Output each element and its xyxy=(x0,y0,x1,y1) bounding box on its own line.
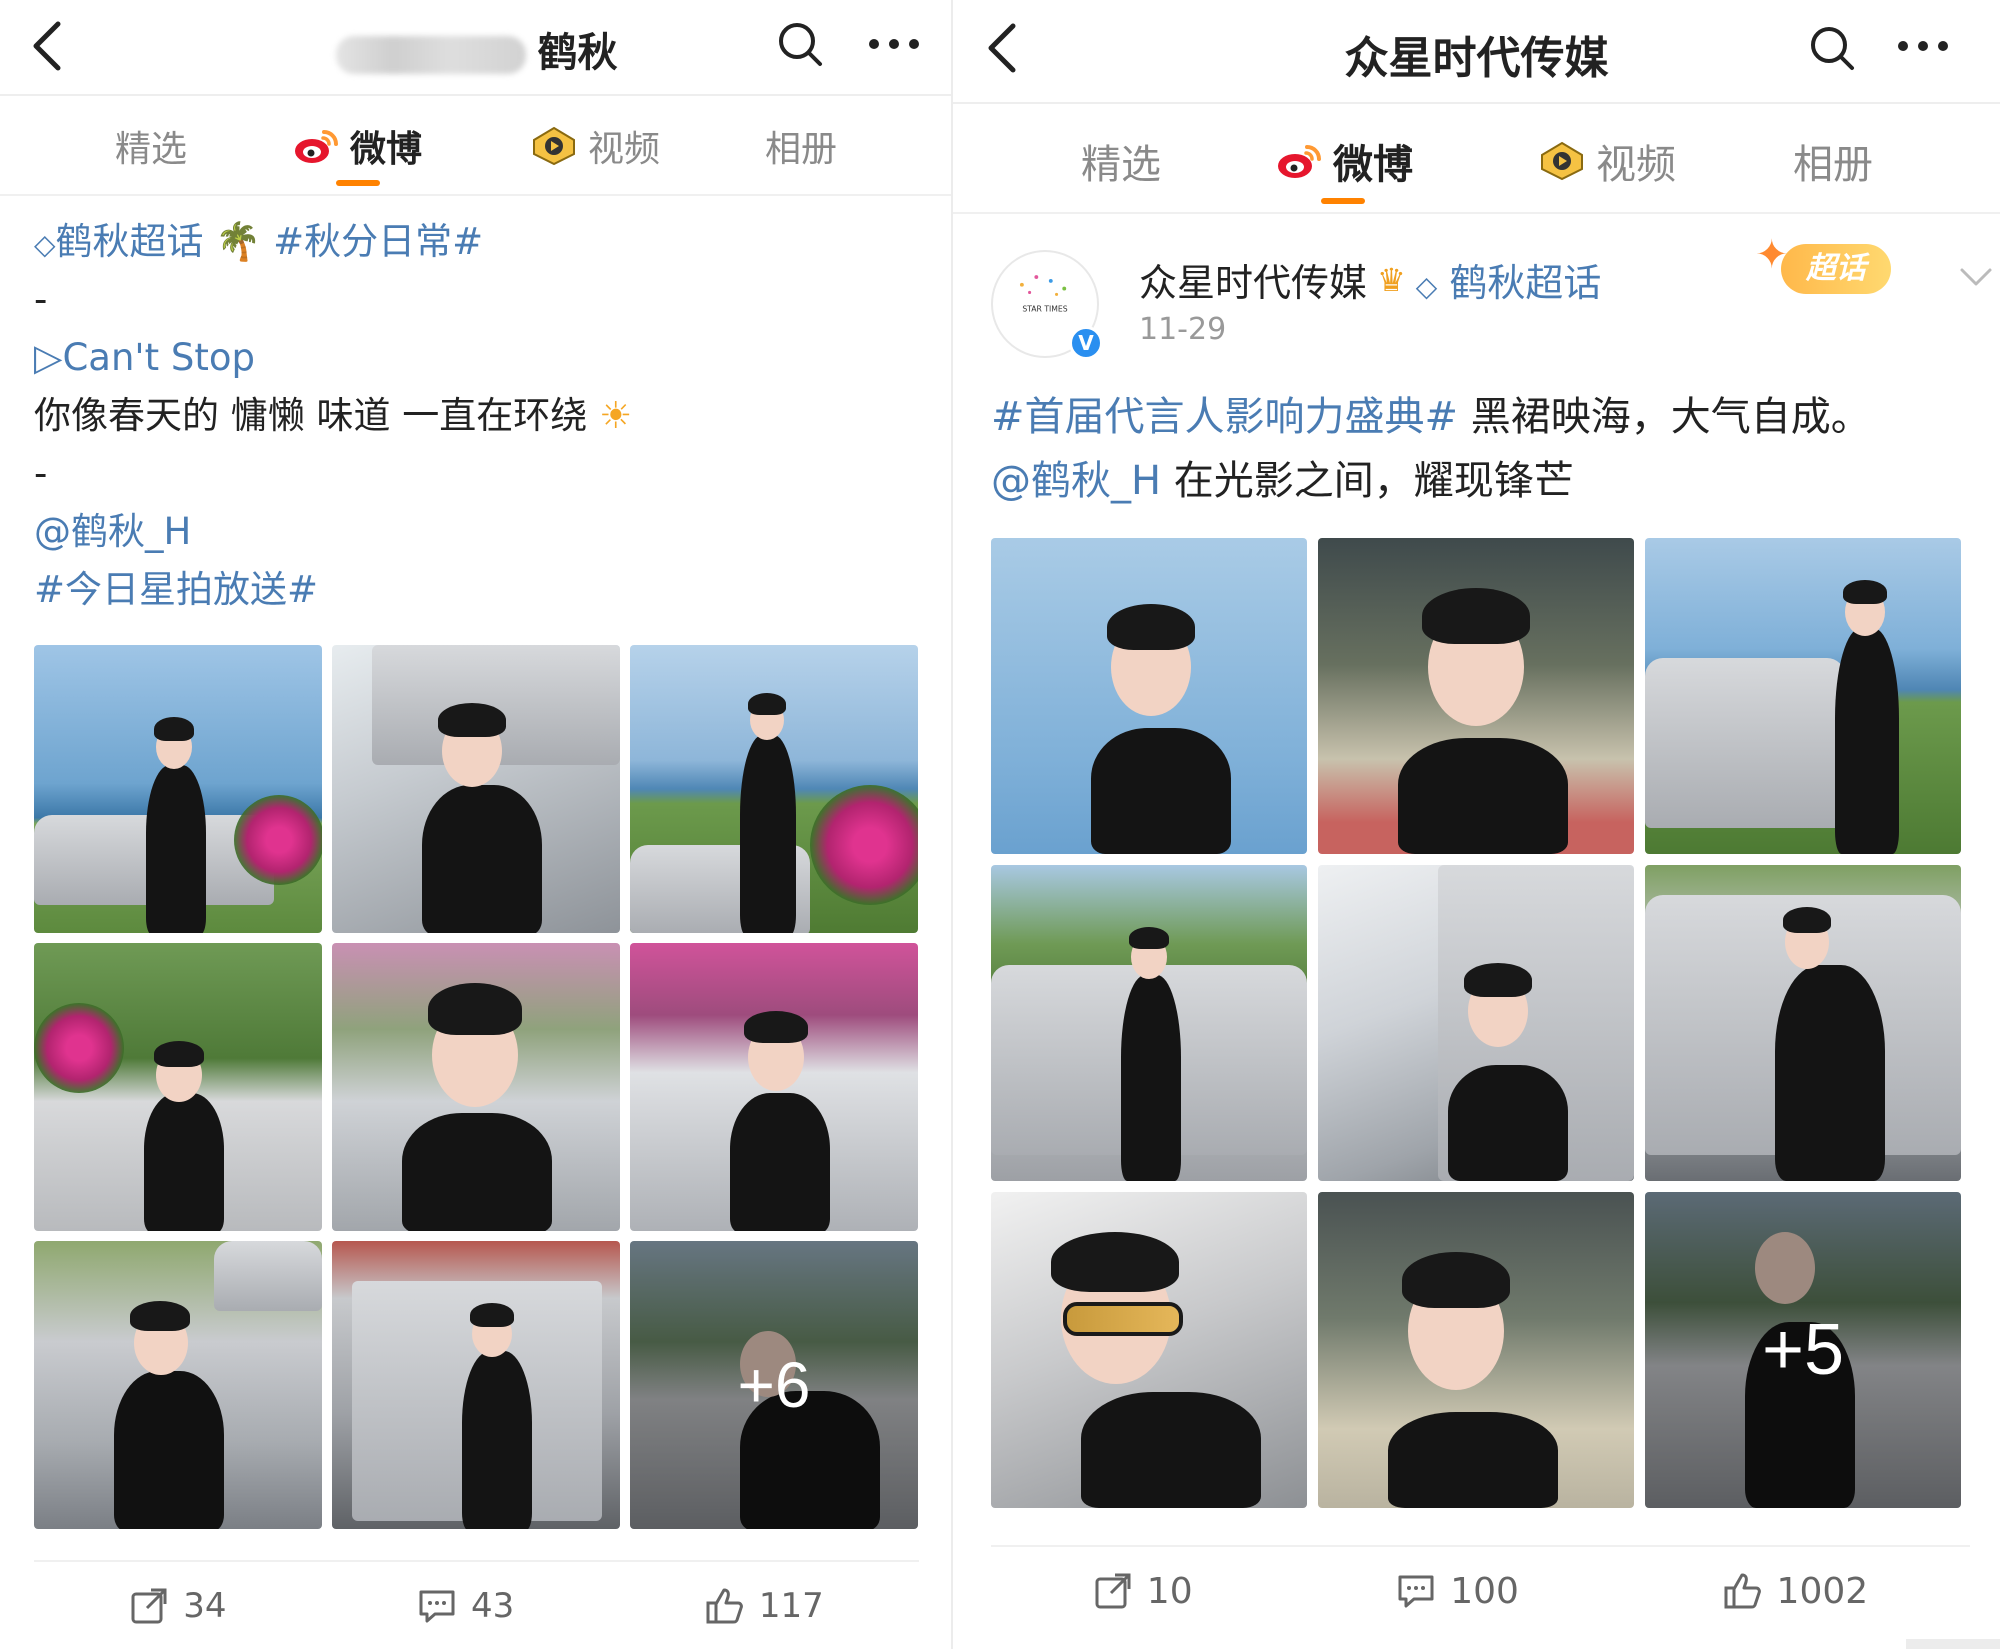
diamond-icon: ◇ xyxy=(34,228,56,261)
thumbs-up-icon xyxy=(1724,1573,1761,1609)
crown-icon: ♛ xyxy=(1377,260,1406,299)
post-date: 11-29 xyxy=(1139,312,1227,347)
weibo-logo-icon xyxy=(1275,141,1323,181)
video-icon xyxy=(1538,141,1586,181)
more-icon[interactable] xyxy=(1895,24,1951,68)
photo-thumbnail[interactable] xyxy=(1318,1192,1634,1508)
tab-video[interactable]: 视频 xyxy=(1538,132,1676,190)
weibo-logo-icon xyxy=(292,126,340,166)
repost-icon xyxy=(1095,1573,1131,1609)
tab-album[interactable]: 相册 xyxy=(1793,132,1873,190)
photo-thumbnail[interactable] xyxy=(332,1241,620,1529)
photo-thumbnail[interactable] xyxy=(34,645,322,933)
post-text: #首届代言人影响力盛典# 黑裙映海，大气自成。 @鹤秋_H 在光影之间，耀现锋芒 xyxy=(991,385,1980,513)
avatar-logo-text: STAR TIMES xyxy=(1022,305,1067,314)
photo-thumbnail-more[interactable]: +5 xyxy=(1645,1192,1961,1508)
photo-thumbnail[interactable] xyxy=(991,865,1307,1181)
post-line-1: #首届代言人影响力盛典# 黑裙映海，大气自成。 xyxy=(991,394,1871,440)
supertopic-link[interactable]: ◇鹤秋超话 xyxy=(34,220,215,263)
photo-thumbnail[interactable] xyxy=(1318,865,1634,1181)
photo-thumbnail[interactable] xyxy=(991,1192,1307,1508)
hashtag-link[interactable]: #今日星拍放送# xyxy=(34,561,933,619)
supertopic-badge[interactable]: ✦ 超话 xyxy=(1751,232,1901,304)
comment-button[interactable]: 100 xyxy=(1396,1571,1519,1612)
action-bar: 34 43 117 xyxy=(34,1560,919,1649)
tab-featured[interactable]: 精选 xyxy=(1081,132,1161,190)
profile-tabs: 精选 微博 视频 相册 xyxy=(953,104,2000,214)
comment-button[interactable]: 43 xyxy=(417,1586,514,1626)
photo-grid: +5 xyxy=(991,538,1961,1508)
action-bar: 10 100 1002 xyxy=(991,1545,1970,1635)
profile-tabs: 精选 微博 视频 相册 xyxy=(0,96,953,196)
author-name[interactable]: 众星时代传媒 xyxy=(1139,252,1367,307)
sunglasses xyxy=(1063,1302,1183,1336)
comment-icon xyxy=(419,1590,455,1623)
post-line-2: @鹤秋_H 在光影之间，耀现锋芒 xyxy=(991,458,1574,504)
photo-thumbnail[interactable] xyxy=(630,943,918,1231)
video-icon xyxy=(530,126,578,166)
active-tab-indicator xyxy=(336,180,380,186)
more-icon[interactable] xyxy=(866,22,922,66)
more-photos-count: +6 xyxy=(630,1241,918,1529)
verified-icon: V xyxy=(1069,326,1103,360)
mention-link[interactable]: @鹤秋_H xyxy=(991,458,1161,504)
lyric-line: 你像春天的 慵懒 味道 一直在环绕 ☀ xyxy=(34,394,633,437)
thumbs-up-icon xyxy=(706,1588,743,1624)
photo-thumbnail[interactable] xyxy=(991,538,1307,854)
photo-thumbnail[interactable] xyxy=(1645,538,1961,854)
comment-icon xyxy=(1398,1575,1434,1608)
search-icon[interactable] xyxy=(776,20,824,68)
left-screen: 鹤秋 精选 微博 视频 相册 ◇鹤秋超话 🌴 #秋分日常# - ▷Can't S… xyxy=(0,0,953,1649)
search-icon[interactable] xyxy=(1808,24,1856,72)
post-line-1: ◇鹤秋超话 🌴 #秋分日常# xyxy=(34,213,933,271)
supertopic-link[interactable]: ◇ 鹤秋超话 xyxy=(1416,252,1602,307)
post-author: 众星时代传媒 ♛ ◇ 鹤秋超话 xyxy=(1139,252,1601,307)
repost-button[interactable]: 34 xyxy=(129,1586,227,1626)
song-link[interactable]: ▷Can't Stop xyxy=(34,329,933,387)
photo-thumbnail[interactable] xyxy=(630,645,918,933)
top-bar: 鹤秋 xyxy=(0,0,953,96)
more-photos-count: +5 xyxy=(1645,1192,1961,1508)
photo-thumbnail[interactable] xyxy=(1318,538,1634,854)
repost-button[interactable]: 10 xyxy=(1093,1571,1193,1612)
mention-link[interactable]: @鹤秋_H xyxy=(34,503,933,561)
photo-thumbnail[interactable] xyxy=(34,943,322,1231)
tab-weibo[interactable]: 微博 xyxy=(292,120,422,172)
palm-tree-icon: 🌴 xyxy=(215,220,262,263)
hashtag-link[interactable]: #秋分日常# xyxy=(273,220,483,263)
like-button[interactable]: 1002 xyxy=(1723,1571,1868,1612)
blurred-name-prefix xyxy=(335,36,526,74)
photo-thumbnail[interactable] xyxy=(332,943,620,1231)
tab-weibo[interactable]: 微博 xyxy=(1275,132,1413,190)
tab-video[interactable]: 视频 xyxy=(530,120,660,172)
tab-album[interactable]: 相册 xyxy=(765,120,837,172)
like-button[interactable]: 117 xyxy=(705,1586,824,1626)
dash-line: - xyxy=(34,452,48,495)
tab-featured[interactable]: 精选 xyxy=(115,120,187,172)
photo-thumbnail-more[interactable]: +6 xyxy=(630,1241,918,1529)
photo-thumbnail[interactable] xyxy=(1645,865,1961,1181)
top-bar: 众星时代传媒 xyxy=(953,0,2000,104)
chevron-down-icon[interactable] xyxy=(1958,262,1994,292)
active-tab-indicator xyxy=(1321,198,1365,204)
photo-thumbnail[interactable] xyxy=(34,1241,322,1529)
hashtag-link[interactable]: #首届代言人影响力盛典# xyxy=(991,394,1458,440)
dash-line: - xyxy=(34,278,48,321)
diamond-icon: ◇ xyxy=(1415,270,1438,303)
bottom-edge xyxy=(1906,1639,2000,1649)
sun-icon: ☀ xyxy=(587,394,633,437)
post-text: ◇鹤秋超话 🌴 #秋分日常# - ▷Can't Stop 你像春天的 慵懒 味道… xyxy=(34,213,933,619)
photo-thumbnail[interactable] xyxy=(332,645,620,933)
repost-icon xyxy=(131,1588,167,1624)
photo-grid: +6 xyxy=(34,645,918,1529)
